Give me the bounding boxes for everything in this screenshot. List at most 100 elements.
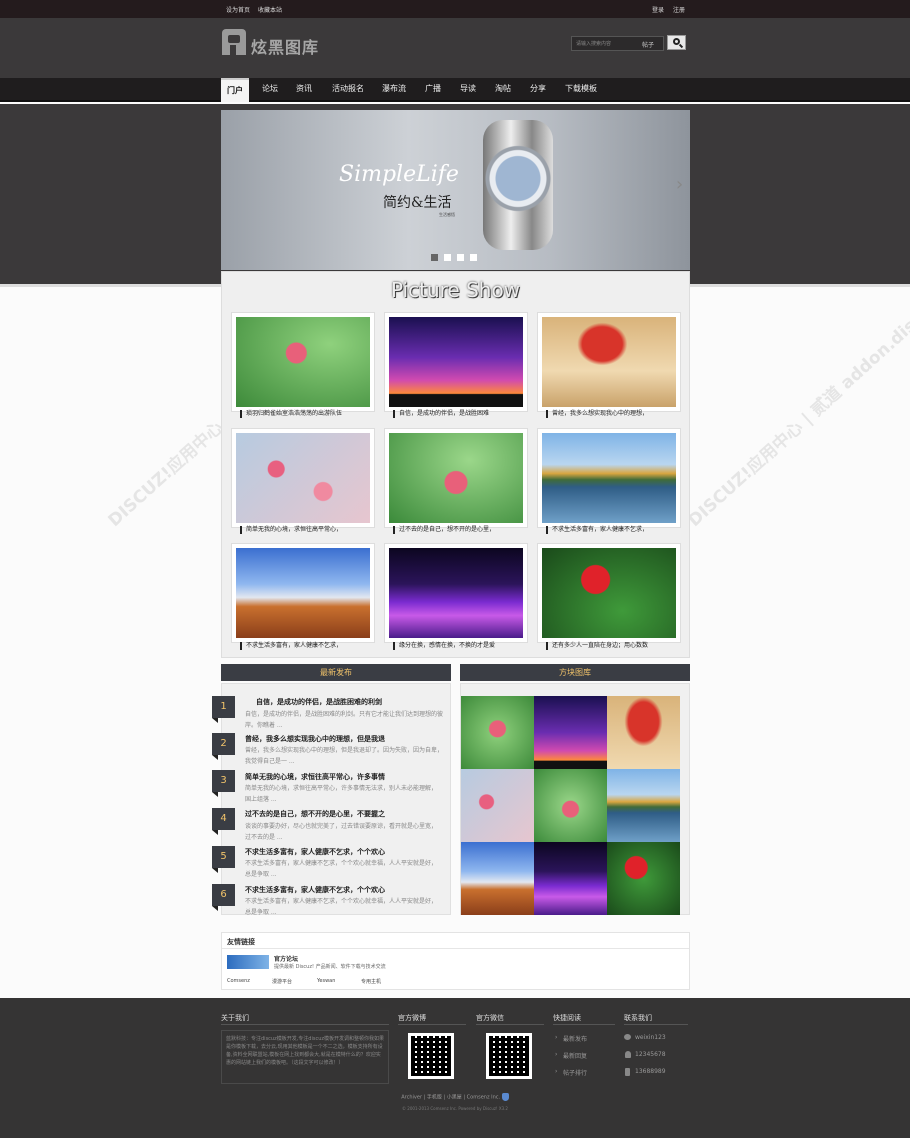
slider-dot[interactable] [470, 254, 477, 261]
featured-link-desc: 提供最新 Discuz! 产品新闻、软件下载与技术交流 [274, 964, 386, 970]
logo-icon[interactable] [222, 29, 246, 55]
nav-item-broadcast[interactable]: 广播 [419, 78, 447, 102]
red-tree-image [542, 317, 676, 407]
photo-caption[interactable]: 自信，是成功的伴侣，是战胜困难 [384, 408, 528, 420]
photo-caption[interactable]: 过不去的是自己，想不开的是心里， [384, 524, 528, 536]
login-link[interactable]: 登录 [652, 5, 664, 14]
photo-card[interactable] [384, 312, 528, 412]
quick-link-latest[interactable]: 最新发布 [563, 1034, 587, 1043]
quick-link-ranking[interactable]: 帖子排行 [563, 1068, 587, 1077]
list-number: 6 [212, 884, 235, 911]
grid-image[interactable] [607, 769, 680, 842]
darkroom-link[interactable]: 小黑屋 [447, 1095, 462, 1101]
nav-item-share[interactable]: 分享 [524, 78, 552, 102]
friendly-links-heading: 友情链接 [227, 938, 255, 946]
archiver-link[interactable]: Archiver [401, 1095, 422, 1101]
grid-image[interactable] [534, 696, 607, 769]
link-yeswan[interactable]: Yeswan [317, 978, 335, 984]
search-button[interactable] [667, 35, 686, 50]
grid-image[interactable] [461, 769, 534, 842]
red-flower-image [542, 548, 676, 638]
nav-item-portal[interactable]: 门户 [221, 78, 249, 102]
photo-card[interactable] [231, 543, 375, 643]
search-type-select[interactable]: 帖子 [642, 40, 654, 49]
qq-icon [625, 1051, 631, 1058]
banner-slider[interactable]: SimpleLife 简约&生活 生活感悟 [221, 110, 690, 270]
watch-image [483, 120, 553, 250]
footer-bottom-links: Archiver | 手机版 | 小黑屋 | Comsenz Inc. [0, 1093, 910, 1101]
bookmark-link[interactable]: 收藏本站 [258, 5, 282, 14]
photo-caption[interactable]: 不求生活多富有，家人健康不乞求， [231, 640, 375, 652]
list-item-title[interactable]: 曾经，我多么想实现我心中的理想，但是我退 [245, 734, 385, 744]
copyright: © 2001-2013 Comsenz Inc. Powered by Disc… [402, 1106, 508, 1111]
nav-item-news[interactable]: 资讯 [290, 78, 318, 102]
link-manyou[interactable]: 漫游平台 [272, 978, 292, 985]
list-item-title[interactable]: 不求生活多富有，家人健康不乞求，个个欢心 [245, 847, 385, 857]
mobile-link[interactable]: 手机版 [427, 1095, 442, 1101]
list-item-title[interactable]: 过不去的是自己，想不开的是心里，不要握之 [245, 809, 385, 819]
photo-card[interactable] [537, 543, 681, 643]
top-bar: 设为首页 收藏本站 登录 注册 [0, 0, 910, 18]
list-item-title[interactable]: 不求生活多富有，家人健康不乞求，个个欢心 [245, 885, 385, 895]
set-homepage-link[interactable]: 设为首页 [226, 5, 250, 14]
photo-caption[interactable]: 曾经，我多么想实现我心中的理想， [537, 408, 681, 420]
photo-caption[interactable]: 缘分在换，感情在换，不换的才是爱 [384, 640, 528, 652]
list-item-desc: 曾经，我多么想实现我心中的理想，但是我退却了。因为失败，因为自卑，我觉得自己是一… [245, 747, 444, 765]
sunset-field-image [236, 548, 370, 638]
comsenz-link[interactable]: Comsenz Inc. [467, 1095, 500, 1101]
link-comsenz[interactable]: Comsenz [227, 978, 250, 984]
photo-caption[interactable]: 简单无我的心境，求恒往高平常心， [231, 524, 375, 536]
night-sky-image [389, 317, 523, 407]
photo-card[interactable] [384, 428, 528, 528]
quick-link-replies[interactable]: 最新回复 [563, 1051, 587, 1060]
slider-dot[interactable] [457, 254, 464, 261]
banner-title-en: SimpleLife [339, 162, 459, 187]
latest-heading: 最新发布 [221, 664, 451, 681]
list-number: 3 [212, 770, 235, 797]
nav-item-waterfall[interactable]: 瀑布流 [378, 78, 410, 102]
photo-caption[interactable]: 还有多少人一直陪在身边；用心数数 [537, 640, 681, 652]
grid-image[interactable] [461, 842, 534, 915]
grid-image[interactable] [607, 842, 680, 915]
link-hosting[interactable]: 专用主机 [361, 978, 381, 985]
list-number: 5 [212, 846, 235, 873]
phone-icon [625, 1068, 630, 1076]
contact-wechat: weixin123 [635, 1034, 666, 1041]
list-item-desc: 不求生活多富有，家人健康不乞求，个个欢心就幸福，人人平安就是好， 总是争取 ..… [245, 860, 447, 878]
list-item-title[interactable]: 简单无我的心境，求恒往高平常心，许多事情 [245, 772, 385, 782]
nav-item-download[interactable]: 下载模板 [561, 78, 601, 102]
list-item-desc: 不求生活多富有，家人健康不乞求，个个欢心就幸福，人人平安就是好， 总是争取 ..… [245, 898, 447, 916]
photo-card[interactable] [231, 428, 375, 528]
logo-text[interactable]: 炫黑图库 [251, 34, 319, 58]
header: 炫黑图库 请输入搜索内容 帖子 [0, 18, 910, 78]
photo-caption[interactable]: 不求生活多富有，家人健康不乞求， [537, 524, 681, 536]
register-link[interactable]: 注册 [673, 5, 685, 14]
photo-card[interactable] [231, 312, 375, 412]
photo-card[interactable] [537, 428, 681, 528]
weibo-qr-code [408, 1033, 454, 1079]
photo-caption[interactable]: 琐羽归鹤雀始室浩浩荡荡的出游队伍 [231, 408, 375, 420]
search-input[interactable]: 请输入搜索内容 [576, 40, 611, 47]
nav-item-events[interactable]: 活动报名 [328, 78, 368, 102]
photo-card[interactable] [537, 312, 681, 412]
list-item-title[interactable]: 自信，是成功的伴侣，是战胜困难的利剑 [256, 697, 382, 707]
grid-image[interactable] [534, 842, 607, 915]
chevron-right-icon: › [555, 1068, 558, 1075]
footer-wechat-heading: 官方微信 [476, 1014, 504, 1022]
photo-card[interactable] [384, 543, 528, 643]
chevron-right-icon: › [555, 1051, 558, 1058]
grid-image[interactable] [607, 696, 680, 769]
footer [0, 998, 910, 1138]
discuz-logo-image[interactable] [227, 955, 269, 969]
nav-item-forum[interactable]: 论坛 [256, 78, 284, 102]
grid-image[interactable] [534, 769, 607, 842]
nav-item-collection[interactable]: 淘帖 [489, 78, 517, 102]
featured-link-title[interactable]: 官方论坛 [274, 954, 298, 963]
slider-dot[interactable] [444, 254, 451, 261]
search-box: 请输入搜索内容 帖子 [571, 36, 664, 51]
slider-next-icon[interactable]: › [676, 174, 683, 195]
nav-item-guide[interactable]: 导读 [454, 78, 482, 102]
picture-show-title: Picture Show [390, 278, 521, 302]
slider-dot[interactable] [431, 254, 438, 261]
grid-image[interactable] [461, 696, 534, 769]
